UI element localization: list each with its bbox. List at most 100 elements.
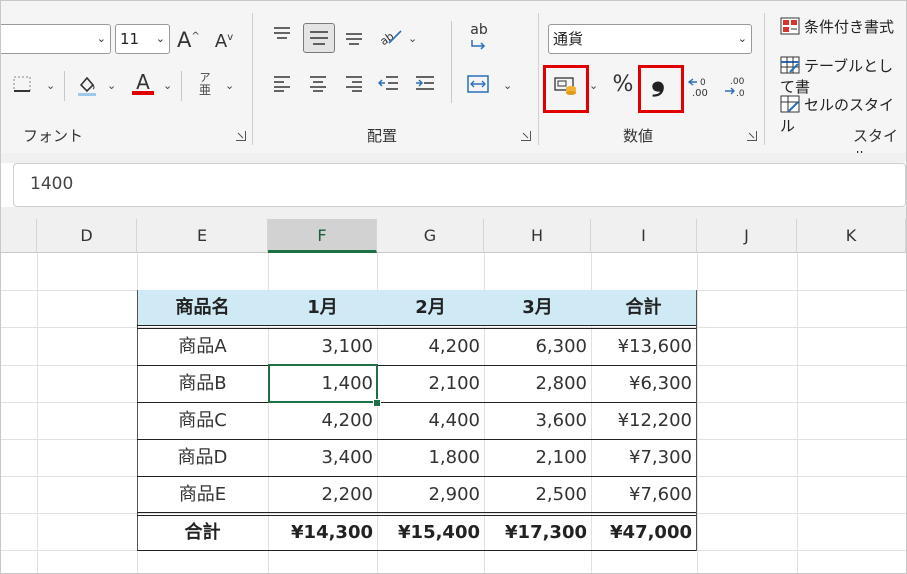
table-cell[interactable]: 商品E bbox=[137, 477, 268, 513]
table-cell[interactable]: 2,100 bbox=[377, 366, 484, 402]
table-cell[interactable]: 3,400 bbox=[268, 440, 377, 476]
align-top-button[interactable] bbox=[271, 25, 293, 49]
table-cell[interactable]: 3,100 bbox=[268, 329, 377, 365]
formula-bar-value: 1400 bbox=[30, 174, 74, 194]
chevron-down-icon[interactable]: ⌄ bbox=[408, 32, 417, 45]
column-header-k[interactable]: K bbox=[797, 219, 906, 253]
decrease-decimal-button[interactable]: .00.0 .00 bbox=[723, 73, 751, 101]
font-size-decrease-button[interactable]: Av bbox=[213, 27, 235, 53]
font-size-increase-button[interactable]: A^ bbox=[177, 26, 200, 51]
font-dialog-launcher[interactable] bbox=[236, 131, 246, 141]
table-cell[interactable]: 2,100 bbox=[484, 440, 591, 476]
font-size-combo[interactable]: 11 ⌄ bbox=[115, 24, 170, 54]
chevron-down-icon[interactable]: ⌄ bbox=[46, 79, 55, 92]
table-cell[interactable]: 商品C bbox=[137, 403, 268, 439]
table-cell[interactable]: 4,200 bbox=[377, 329, 484, 365]
table-cell[interactable]: 3,600 bbox=[484, 403, 591, 439]
percent-style-button[interactable]: % bbox=[608, 74, 638, 96]
total-cell[interactable]: ¥17,300 bbox=[484, 515, 591, 551]
conditional-formatting-button[interactable]: 条件付き書式 bbox=[780, 16, 894, 37]
paint-bucket-icon bbox=[78, 76, 96, 96]
table-cell[interactable]: 商品D bbox=[137, 440, 268, 476]
column-header-d[interactable]: D bbox=[37, 219, 137, 253]
table-header-cell[interactable]: 1月 bbox=[268, 290, 377, 326]
wrap-text-button[interactable]: ab bbox=[467, 23, 491, 56]
formula-bar[interactable]: 1400 bbox=[13, 163, 906, 207]
chevron-down-icon: ⌄ bbox=[737, 32, 747, 45]
alignment-group-label: 配置 bbox=[367, 127, 398, 145]
align-left-button[interactable] bbox=[271, 74, 293, 98]
align-left-icon bbox=[274, 76, 290, 92]
table-cell[interactable]: 2,900 bbox=[377, 477, 484, 513]
column-header-f[interactable]: F bbox=[268, 219, 377, 253]
number-format-value: 通貨 bbox=[553, 30, 584, 48]
total-cell[interactable]: 合計 bbox=[137, 515, 268, 551]
table-header-cell[interactable]: 商品名 bbox=[137, 290, 268, 326]
fill-handle[interactable] bbox=[373, 399, 381, 407]
orientation-button[interactable]: ab bbox=[377, 25, 403, 53]
decrease-indent-button[interactable] bbox=[377, 74, 401, 98]
align-bottom-button[interactable] bbox=[343, 29, 365, 53]
alignment-dialog-launcher[interactable] bbox=[521, 131, 531, 141]
total-cell[interactable]: ¥47,000 bbox=[591, 515, 696, 551]
chevron-down-icon[interactable]: ⌄ bbox=[107, 79, 116, 92]
ribbon: ⌄ 11 ⌄ A^ Av ⌄ ⌄ A ⌄ ア 亜 ⌄ フォント ab ⌄ ab … bbox=[1, 1, 906, 166]
border-icon bbox=[13, 76, 31, 92]
align-right-button[interactable] bbox=[343, 74, 365, 98]
svg-text:.00: .00 bbox=[692, 88, 708, 99]
table-cell[interactable]: ¥6,300 bbox=[591, 366, 696, 402]
column-header-c[interactable] bbox=[1, 219, 37, 253]
table-cell[interactable]: 2,500 bbox=[484, 477, 591, 513]
font-group-label: フォント bbox=[23, 127, 84, 145]
table-cell[interactable]: ¥7,600 bbox=[591, 477, 696, 513]
table-header-cell[interactable]: 2月 bbox=[377, 290, 484, 326]
table-cell[interactable]: ¥13,600 bbox=[591, 329, 696, 365]
font-name-combo[interactable]: ⌄ bbox=[1, 24, 111, 54]
increase-indent-button[interactable] bbox=[413, 74, 437, 98]
increase-decimal-button[interactable]: 0.00 .00 bbox=[687, 73, 715, 101]
comma-style-highlight bbox=[638, 65, 684, 113]
table-cell[interactable]: 商品A bbox=[137, 329, 268, 365]
phonetic-button[interactable]: ア 亜 bbox=[195, 71, 215, 97]
number-dialog-launcher[interactable] bbox=[747, 131, 757, 141]
column-header-e[interactable]: E bbox=[137, 219, 268, 253]
svg-text:.00: .00 bbox=[730, 77, 745, 87]
chevron-down-icon[interactable]: ⌄ bbox=[589, 79, 598, 92]
column-header-g[interactable]: G bbox=[377, 219, 484, 253]
table-cell[interactable]: 2,800 bbox=[484, 366, 591, 402]
fill-color-button[interactable] bbox=[75, 73, 99, 103]
column-header-h[interactable]: H bbox=[484, 219, 591, 253]
merge-center-button[interactable] bbox=[465, 74, 491, 100]
align-middle-button[interactable] bbox=[303, 23, 335, 53]
wrap-arrow-icon bbox=[471, 40, 486, 50]
format-as-table-button[interactable]: テーブルとして書 bbox=[780, 55, 906, 97]
total-cell[interactable]: ¥14,300 bbox=[268, 515, 377, 551]
table-cell[interactable]: 4,200 bbox=[268, 403, 377, 439]
table-cell[interactable]: ¥7,300 bbox=[591, 440, 696, 476]
font-size-value: 11 bbox=[120, 30, 140, 48]
font-color-button[interactable]: A bbox=[131, 71, 155, 95]
total-cell[interactable]: ¥15,400 bbox=[377, 515, 484, 551]
table-cell[interactable]: 1,800 bbox=[377, 440, 484, 476]
excel-window: ⌄ 11 ⌄ A^ Av ⌄ ⌄ A ⌄ ア 亜 ⌄ フォント ab ⌄ ab … bbox=[0, 0, 907, 574]
table-cell[interactable]: 商品B bbox=[137, 366, 268, 402]
chevron-down-icon[interactable]: ⌄ bbox=[225, 79, 234, 92]
chevron-down-icon[interactable]: ⌄ bbox=[163, 79, 172, 92]
table-format-icon bbox=[780, 56, 800, 74]
column-header-j[interactable]: J bbox=[697, 219, 797, 253]
align-center-button[interactable] bbox=[307, 74, 329, 98]
selected-cell-border bbox=[268, 364, 378, 403]
column-header-i[interactable]: I bbox=[591, 219, 697, 253]
table-cell[interactable]: ¥12,200 bbox=[591, 403, 696, 439]
decrease-indent-icon bbox=[377, 76, 398, 90]
table-cell[interactable]: 4,400 bbox=[377, 403, 484, 439]
chevron-down-icon[interactable]: ⌄ bbox=[503, 79, 512, 92]
table-header-cell[interactable]: 合計 bbox=[591, 290, 696, 326]
merge-cells-icon bbox=[467, 75, 489, 93]
table-header-cell[interactable]: 3月 bbox=[484, 290, 591, 326]
number-format-combo[interactable]: 通貨 ⌄ bbox=[548, 24, 752, 54]
border-button[interactable] bbox=[11, 75, 33, 99]
text-orientation-icon: ab bbox=[378, 30, 402, 48]
table-cell[interactable]: 6,300 bbox=[484, 329, 591, 365]
table-cell[interactable]: 2,200 bbox=[268, 477, 377, 513]
